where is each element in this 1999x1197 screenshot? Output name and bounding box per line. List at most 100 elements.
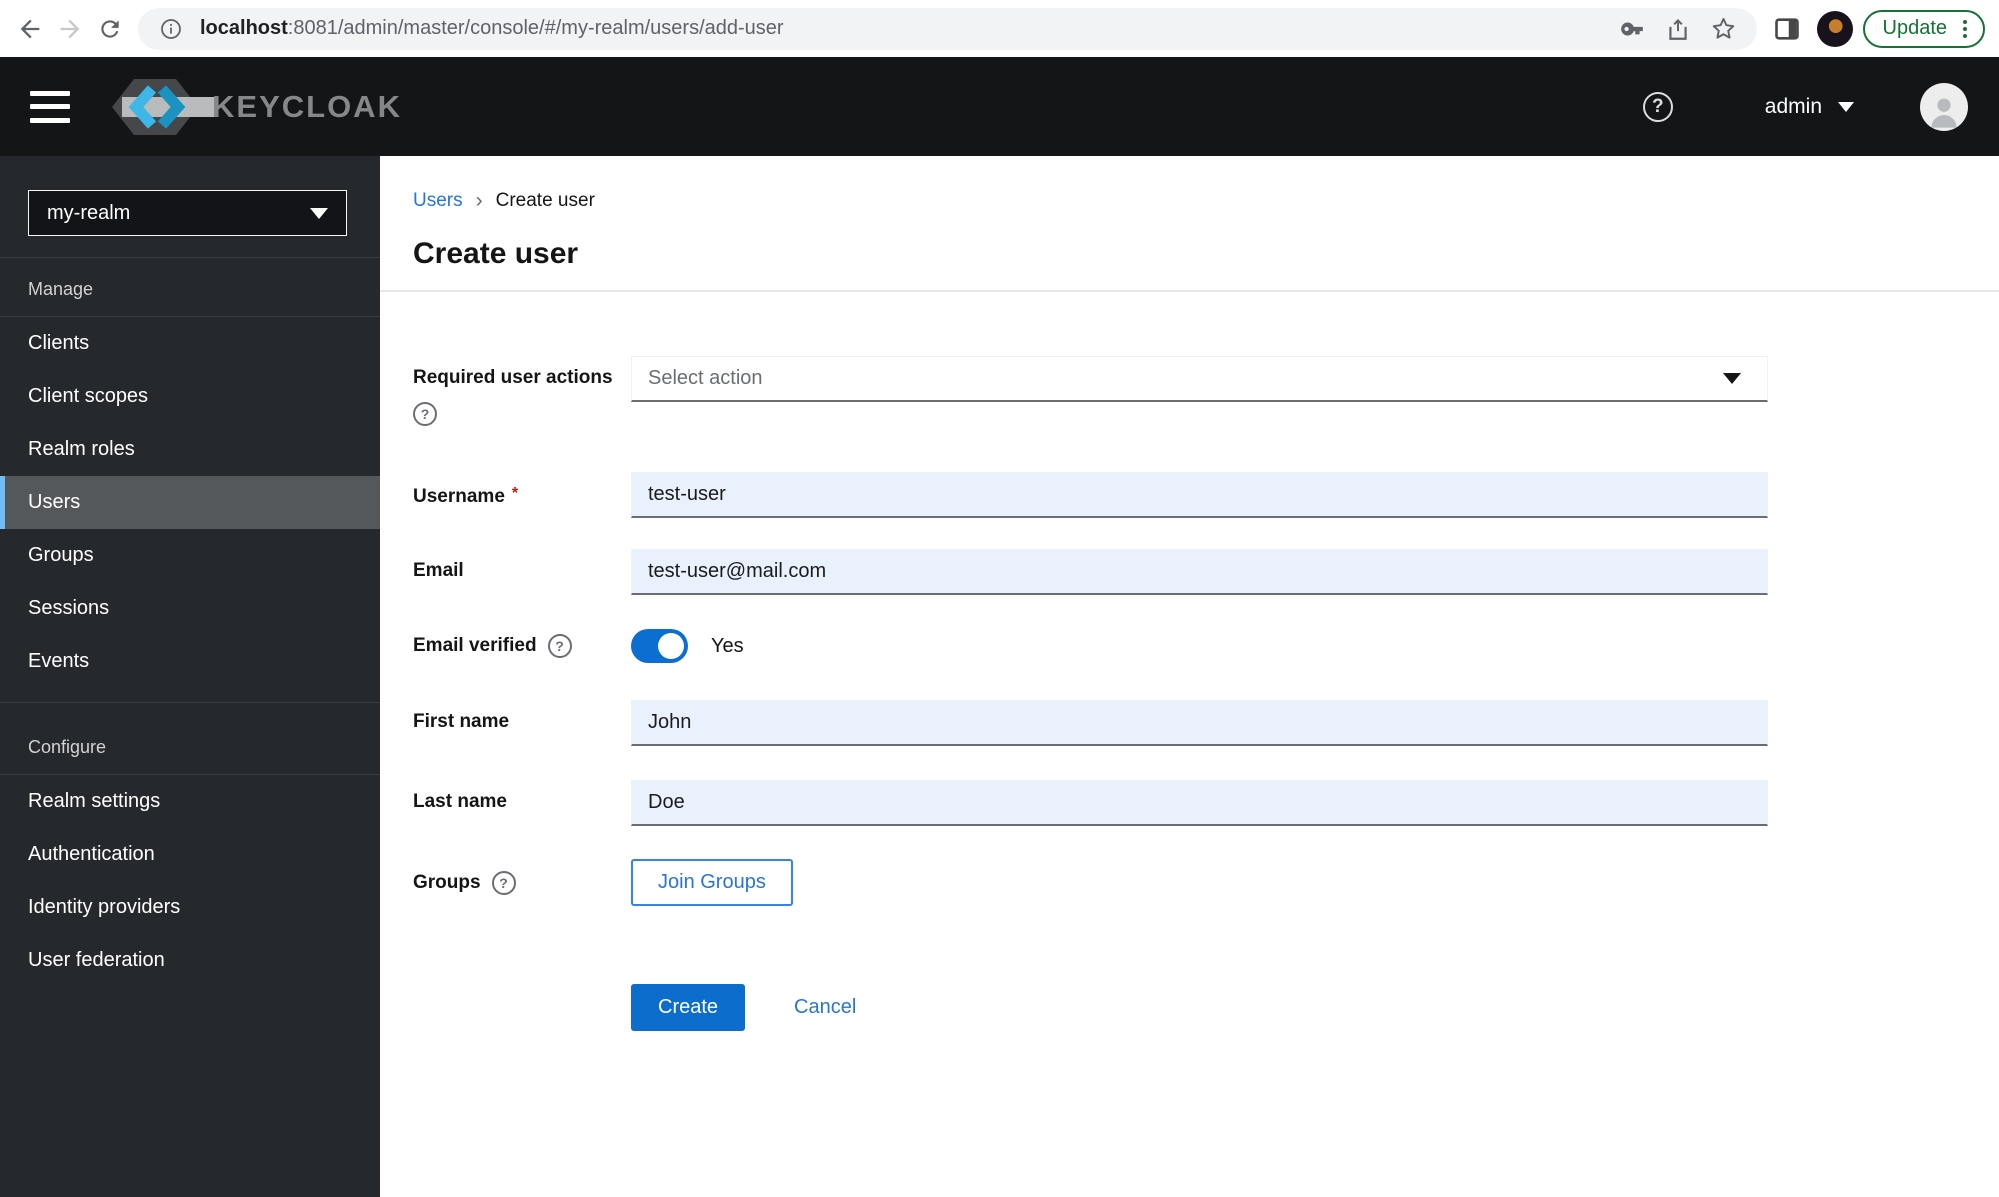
form-actions: Create Cancel xyxy=(413,984,1999,1031)
email-control xyxy=(631,549,1768,595)
email-verified-row: Email verified ? Yes xyxy=(413,629,1999,663)
email-verified-label-col: Email verified ? xyxy=(413,634,631,658)
nav-toggle-icon[interactable] xyxy=(30,90,70,123)
sidebar-item-realm-settings[interactable]: Realm settings xyxy=(0,775,380,828)
realm-selector[interactable]: my-realm xyxy=(28,190,347,236)
sidebar: my-realm Manage Clients Client scopes Re… xyxy=(0,156,380,1197)
nav-group-manage: Manage Clients Client scopes Realm roles… xyxy=(0,257,380,688)
password-key-icon[interactable] xyxy=(1615,12,1649,46)
last-name-label-col: Last name xyxy=(413,780,631,814)
url-host: localhost xyxy=(200,17,288,39)
groups-help-icon[interactable]: ? xyxy=(491,870,516,895)
reload-icon[interactable] xyxy=(90,9,130,49)
first-name-control xyxy=(631,700,1768,746)
forward-icon[interactable] xyxy=(50,9,90,49)
username-label-col: Username * xyxy=(413,472,631,509)
page: localhost:8081/admin/master/console/#/my… xyxy=(0,0,1999,1197)
groups-label-col: Groups ? xyxy=(413,870,631,895)
required-user-actions-select[interactable]: Select action xyxy=(631,356,1768,402)
chrome-update-button[interactable]: Update xyxy=(1862,9,1985,48)
site-info-icon[interactable] xyxy=(154,12,188,46)
join-groups-button[interactable]: Join Groups xyxy=(631,859,793,906)
email-field[interactable] xyxy=(631,549,1768,595)
back-icon[interactable] xyxy=(10,9,50,49)
email-verified-state: Yes xyxy=(711,634,744,657)
chevron-down-icon xyxy=(310,207,328,219)
sidebar-item-clients[interactable]: Clients xyxy=(0,317,380,370)
first-name-label: First name xyxy=(413,711,510,732)
username-row: Username * xyxy=(413,472,1999,518)
browser-profile-avatar[interactable] xyxy=(1816,10,1853,47)
sidebar-item-user-federation[interactable]: User federation xyxy=(0,934,380,987)
sidebar-item-identity-providers[interactable]: Identity providers xyxy=(0,881,380,934)
select-placeholder: Select action xyxy=(648,367,763,389)
email-verified-control: Yes xyxy=(631,629,1768,663)
sidebar-item-groups[interactable]: Groups xyxy=(0,529,380,582)
required-user-actions-help-icon[interactable]: ? xyxy=(413,402,437,426)
url-text: localhost:8081/admin/master/console/#/my… xyxy=(200,17,784,40)
create-button[interactable]: Create xyxy=(631,984,746,1031)
groups-label: Groups xyxy=(413,871,481,893)
share-icon[interactable] xyxy=(1661,12,1695,46)
address-bar[interactable]: localhost:8081/admin/master/console/#/my… xyxy=(138,7,1757,50)
email-verified-label: Email verified xyxy=(413,635,537,656)
required-user-actions-label: Required user actions xyxy=(413,367,613,388)
sidebar-item-client-scopes[interactable]: Client scopes xyxy=(0,370,380,423)
required-asterisk: * xyxy=(511,485,519,502)
chevron-down-icon xyxy=(1838,101,1854,112)
required-user-actions-label-col: Required user actions ? xyxy=(413,356,631,426)
title-divider xyxy=(380,290,1999,292)
sidebar-item-authentication[interactable]: Authentication xyxy=(0,828,380,881)
chrome-menu-icon[interactable] xyxy=(1957,19,1973,38)
page-title: Create user xyxy=(413,237,579,270)
nav-group-configure: Configure Realm settings Authentication … xyxy=(0,702,380,987)
email-verified-help-icon[interactable]: ? xyxy=(547,634,572,658)
url-path: :8081/admin/master/console/#/my-realm/us… xyxy=(287,17,784,39)
user-menu[interactable]: admin xyxy=(1765,95,1854,119)
content: Users › Create user Create user Required… xyxy=(380,156,1999,1197)
nav-group-title-manage: Manage xyxy=(0,257,380,317)
email-row: Email xyxy=(413,549,1999,595)
username-control xyxy=(631,472,1768,518)
breadcrumb-separator-icon: › xyxy=(475,189,483,212)
side-panel-icon[interactable] xyxy=(1767,9,1807,49)
email-label: Email xyxy=(413,560,464,581)
create-user-form: Required user actions ? Select action Us… xyxy=(413,356,1999,1031)
app-header: KEYCLOAK ? admin xyxy=(0,57,1999,156)
breadcrumb: Users › Create user xyxy=(380,156,1999,213)
brand-name: KEYCLOAK xyxy=(212,88,402,124)
first-name-label-col: First name xyxy=(413,700,631,734)
required-user-actions-control: Select action xyxy=(631,356,1768,402)
nav-group-title-configure: Configure xyxy=(0,702,380,775)
header-right: ? admin xyxy=(1642,82,1968,131)
update-label: Update xyxy=(1882,17,1948,39)
browser-toolbar: localhost:8081/admin/master/console/#/my… xyxy=(0,0,1999,57)
first-name-row: First name xyxy=(413,700,1999,746)
sidebar-item-sessions[interactable]: Sessions xyxy=(0,582,380,635)
bookmark-star-icon[interactable] xyxy=(1707,12,1741,46)
realm-name: my-realm xyxy=(47,201,131,224)
sidebar-item-users[interactable]: Users xyxy=(0,476,380,529)
user-avatar[interactable] xyxy=(1920,82,1968,131)
groups-row: Groups ? Join Groups xyxy=(413,859,1999,906)
breadcrumb-current: Create user xyxy=(495,190,595,211)
last-name-label: Last name xyxy=(413,791,507,812)
email-verified-toggle[interactable] xyxy=(631,629,688,663)
first-name-field[interactable] xyxy=(631,700,1768,746)
sidebar-item-realm-roles[interactable]: Realm roles xyxy=(0,423,380,476)
username-field[interactable] xyxy=(631,472,1768,518)
username-label: Username * xyxy=(413,485,519,507)
cancel-button[interactable]: Cancel xyxy=(794,996,856,1019)
toggle-knob xyxy=(658,633,684,659)
main-area: my-realm Manage Clients Client scopes Re… xyxy=(0,156,1999,1197)
help-icon[interactable]: ? xyxy=(1642,91,1673,122)
last-name-field[interactable] xyxy=(631,780,1768,826)
keycloak-logo: KEYCLOAK xyxy=(100,71,402,143)
last-name-control xyxy=(631,780,1768,826)
email-label-col: Email xyxy=(413,549,631,583)
required-user-actions-row: Required user actions ? Select action xyxy=(413,356,1999,426)
sidebar-item-events[interactable]: Events xyxy=(0,635,380,688)
username-label: admin xyxy=(1764,94,1822,118)
chevron-down-icon xyxy=(1723,373,1741,384)
breadcrumb-users-link[interactable]: Users xyxy=(413,190,463,212)
